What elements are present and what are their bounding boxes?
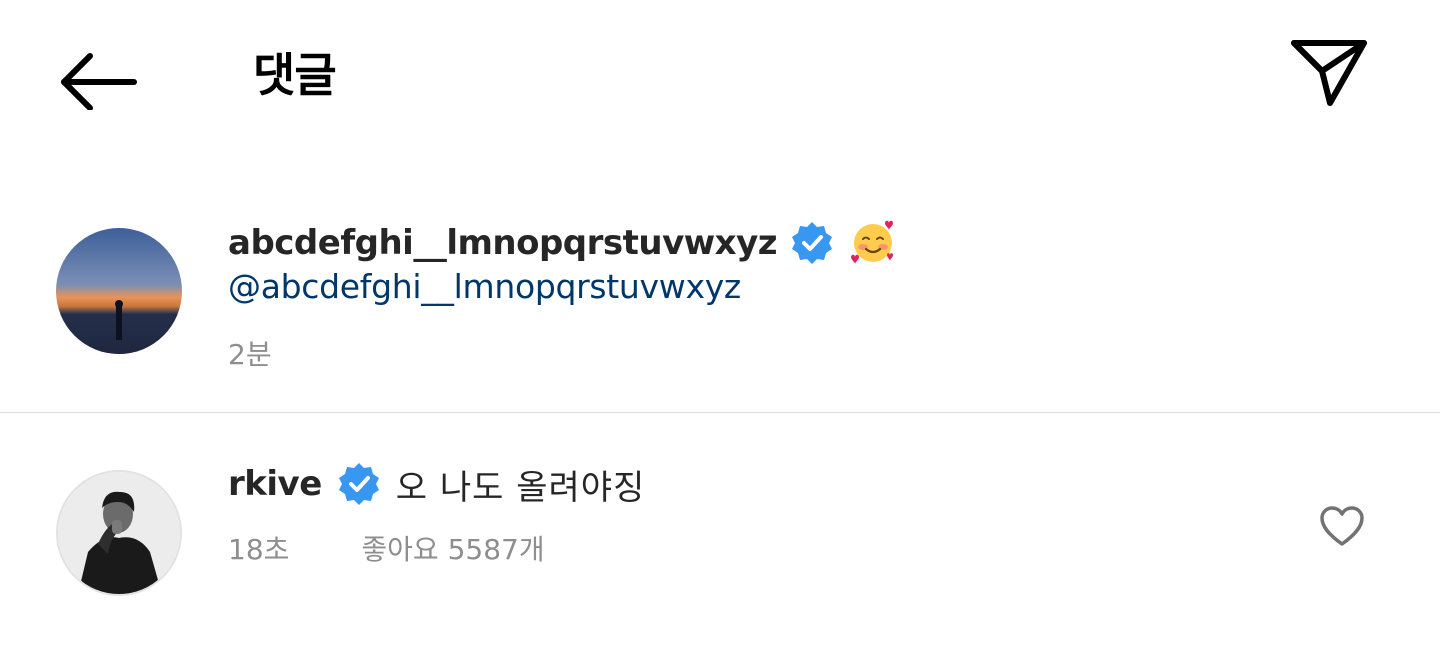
comment-meta: 18초 좋아요 5587개 (228, 528, 545, 568)
likes-count[interactable]: 좋아요 5587개 (361, 528, 544, 568)
comment-text: 오 나도 올려야징 (395, 467, 646, 508)
back-button[interactable] (55, 45, 141, 115)
smiling-hearts-emoji-icon (849, 219, 897, 267)
page-title: 댓글 (253, 48, 337, 102)
caption-header: abcdefghi__lmnopqrstuvwxyz (228, 219, 897, 267)
like-button[interactable] (1318, 504, 1366, 548)
caption-timestamp: 2분 (228, 338, 272, 371)
divider (0, 412, 1440, 413)
heart-icon (1320, 506, 1364, 546)
sunset-silhouette-image (56, 228, 182, 354)
caption: abcdefghi__lmnopqrstuvwxyz @abcdefghi__l… (0, 205, 1440, 410)
mention-link[interactable]: @abcdefghi__lmnopqrstuvwxyz (228, 267, 741, 306)
username[interactable]: rkive (228, 464, 322, 504)
verified-badge-icon (336, 461, 382, 507)
comment-timestamp: 18초 (228, 533, 290, 566)
arrow-left-icon (61, 53, 137, 110)
paper-plane-icon (1291, 40, 1367, 106)
comment-header: rkive 오 나도 올려야징 (228, 460, 645, 508)
verified-badge-icon (789, 220, 835, 266)
avatar[interactable] (56, 470, 182, 596)
portrait-photo-image (58, 472, 180, 594)
top-bar: 댓글 (0, 0, 1440, 150)
avatar[interactable] (56, 228, 182, 354)
comment-item: rkive 오 나도 올려야징 18초 좋아요 5587개 (0, 460, 1440, 610)
share-button[interactable] (1284, 34, 1374, 112)
username[interactable]: abcdefghi__lmnopqrstuvwxyz (228, 223, 778, 263)
